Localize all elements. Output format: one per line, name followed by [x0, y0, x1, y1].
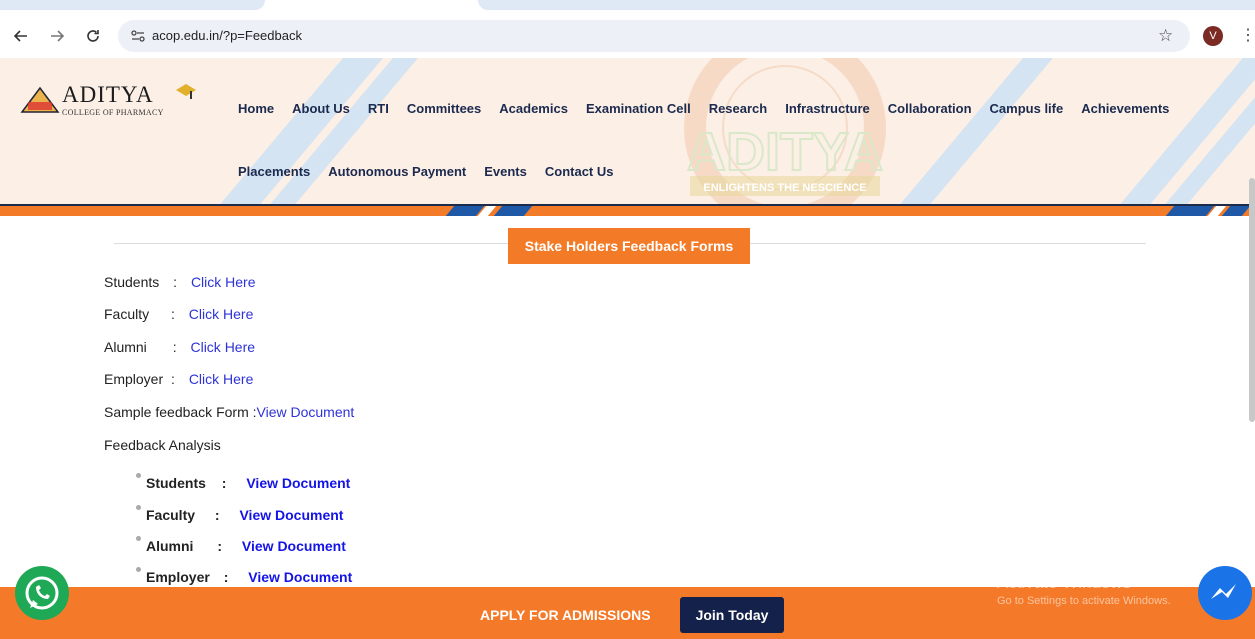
analysis-label: Alumni: [146, 538, 194, 554]
whatsapp-icon[interactable]: [15, 566, 69, 620]
bookmark-star-icon[interactable]: ☆: [1158, 26, 1173, 46]
employer-analysis-link[interactable]: View Document: [248, 569, 352, 585]
decor-stripe: [492, 206, 534, 216]
nav-placements[interactable]: Placements: [238, 164, 310, 179]
address-bar[interactable]: acop.edu.in/?p=Feedback ☆: [118, 20, 1190, 52]
alumni-analysis-link[interactable]: View Document: [242, 538, 346, 554]
label-separator: :: [223, 569, 229, 585]
svg-text:ENLIGHTENS THE NESCIENCE: ENLIGHTENS THE NESCIENCE: [703, 182, 866, 194]
analysis-heading: Feedback Analysis: [104, 437, 221, 453]
messenger-icon[interactable]: [1198, 566, 1252, 620]
nav-events[interactable]: Events: [484, 164, 527, 179]
site-header: ADITYA ENLIGHTENS THE NESCIENCE ADITYA C…: [0, 58, 1255, 204]
main-nav-row-2: Placements Autonomous Payment Events Con…: [238, 164, 632, 179]
aditya-watermark: ADITYA ENLIGHTENS THE NESCIENCE: [684, 58, 886, 204]
tab-strip-shade: [0, 0, 265, 10]
bullet-icon: [136, 473, 141, 478]
section-divider: [750, 243, 1146, 244]
header-divider-bar: [0, 204, 1255, 216]
analysis-label: Faculty: [146, 507, 196, 523]
nav-contact-us[interactable]: Contact Us: [545, 164, 614, 179]
sample-form-link[interactable]: View Document: [257, 404, 355, 420]
label-separator: :: [171, 306, 175, 322]
label-separator: :: [221, 475, 227, 491]
nav-rti[interactable]: RTI: [368, 101, 389, 116]
sample-form-label: Sample feedback Form :: [104, 404, 257, 420]
analysis-item: Alumni : View Document: [136, 536, 346, 554]
nav-home[interactable]: Home: [238, 101, 274, 116]
site-info-icon[interactable]: [130, 28, 146, 44]
nav-autonomous-payment[interactable]: Autonomous Payment: [328, 164, 466, 179]
nav-infrastructure[interactable]: Infrastructure: [785, 101, 870, 116]
activate-windows-watermark: Activate Windows Go to Settings to activ…: [997, 573, 1171, 607]
analysis-label: Students: [146, 475, 206, 491]
reload-icon[interactable]: [82, 25, 104, 47]
feedback-form-row: Employer : Click Here: [104, 371, 253, 387]
tab-strip: [0, 0, 1255, 14]
nav-about-us[interactable]: About Us: [292, 101, 350, 116]
label-separator: :: [217, 538, 223, 554]
nav-research[interactable]: Research: [709, 101, 768, 116]
activate-title: Activate Windows: [997, 573, 1132, 592]
students-analysis-link[interactable]: View Document: [246, 475, 350, 491]
nav-committees[interactable]: Committees: [407, 101, 481, 116]
form-label: Faculty: [104, 306, 150, 322]
main-nav-row-1: Home About Us RTI Committees Academics E…: [238, 101, 1187, 116]
section-title: Stake Holders Feedback Forms: [508, 228, 750, 264]
students-form-link[interactable]: Click Here: [191, 274, 256, 290]
sample-form-row: Sample feedback Form :View Document: [104, 404, 354, 420]
bullet-icon: [136, 505, 141, 510]
faculty-analysis-link[interactable]: View Document: [239, 507, 343, 523]
naac-badge-icon: [174, 82, 198, 112]
bullet-icon: [136, 536, 141, 541]
browser-toolbar: acop.edu.in/?p=Feedback ☆ V ⋮: [0, 14, 1255, 58]
alumni-form-link[interactable]: Click Here: [190, 339, 255, 355]
label-separator: :: [171, 371, 175, 387]
activate-subtitle: Go to Settings to activate Windows.: [997, 595, 1171, 607]
profile-avatar[interactable]: V: [1203, 26, 1223, 46]
college-logo[interactable]: ADITYA COLLEGE OF PHARMACY: [20, 82, 205, 120]
analysis-label: Employer: [146, 569, 210, 585]
label-separator: :: [214, 507, 220, 523]
nav-academics[interactable]: Academics: [499, 101, 568, 116]
nav-campus-life[interactable]: Campus life: [990, 101, 1064, 116]
label-separator: :: [173, 274, 178, 290]
form-label: Employer: [104, 371, 164, 387]
feedback-form-row: Alumni : Click Here: [104, 339, 255, 355]
logo-sub-text: COLLEGE OF PHARMACY: [62, 108, 164, 117]
employer-form-link[interactable]: Click Here: [189, 371, 254, 387]
faculty-form-link[interactable]: Click Here: [189, 306, 254, 322]
join-today-button[interactable]: Join Today: [680, 597, 784, 633]
admission-text: APPLY FOR ADMISSIONS: [480, 607, 651, 623]
bullet-icon: [136, 567, 141, 572]
nav-examination-cell[interactable]: Examination Cell: [586, 101, 691, 116]
analysis-item: Students : View Document: [136, 473, 350, 491]
kebab-menu-icon[interactable]: ⋮: [1240, 25, 1255, 45]
nav-achievements[interactable]: Achievements: [1081, 101, 1169, 116]
label-separator: :: [172, 339, 177, 355]
back-arrow-icon[interactable]: [10, 25, 32, 47]
analysis-item: Faculty : View Document: [136, 505, 343, 523]
page-scrollbar[interactable]: [1249, 178, 1255, 422]
url-text[interactable]: acop.edu.in/?p=Feedback: [152, 28, 302, 43]
form-label: Students: [104, 274, 160, 290]
svg-text:ADITYA: ADITYA: [687, 122, 883, 182]
logo-emblem-icon: [20, 86, 60, 113]
analysis-item: Employer : View Document: [136, 567, 352, 585]
tab-strip-shade: [478, 0, 1255, 10]
feedback-form-row: Students : Click Here: [104, 274, 256, 290]
logo-brand-text: ADITYA: [62, 82, 154, 107]
section-divider: [114, 243, 508, 244]
feedback-form-row: Faculty : Click Here: [104, 306, 253, 322]
form-label: Alumni: [104, 339, 147, 355]
forward-arrow-icon[interactable]: [46, 25, 68, 47]
nav-collaboration[interactable]: Collaboration: [888, 101, 972, 116]
